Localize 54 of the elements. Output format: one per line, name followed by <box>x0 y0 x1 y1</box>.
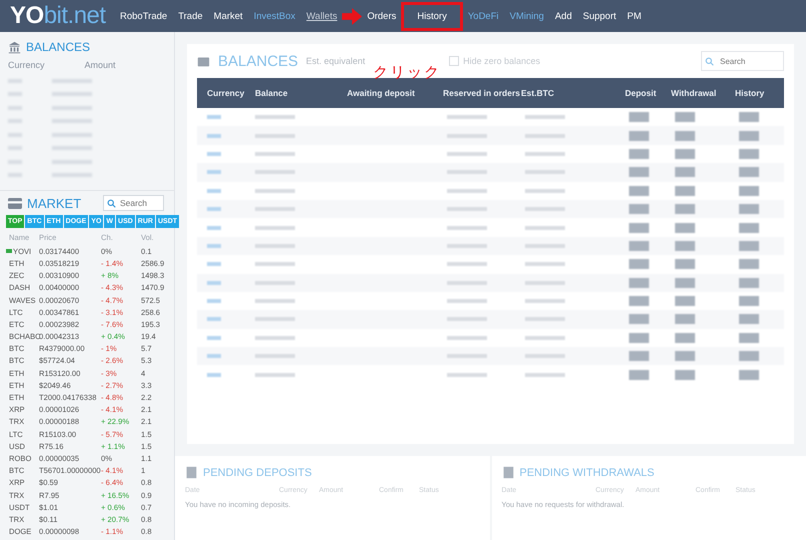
column-header: Withdrawal <box>671 88 718 98</box>
column-header: Awaiting deposit <box>347 88 416 98</box>
blurred-text <box>8 173 22 178</box>
blurred-text <box>52 146 92 150</box>
bank-icon <box>8 40 21 54</box>
blurred-text <box>52 119 92 124</box>
equivalent-label: Est. equivalent <box>306 56 366 66</box>
column-header: Balance <box>255 88 289 98</box>
blurred-text <box>52 78 92 83</box>
blurred-text <box>8 92 22 96</box>
nav-link[interactable]: Add <box>554 10 572 22</box>
document-icon <box>502 466 514 479</box>
panel-title: PENDING DEPOSITS <box>203 466 312 478</box>
nav-link[interactable]: Trade <box>178 10 203 22</box>
search-icon <box>705 56 714 66</box>
document-icon <box>185 466 198 479</box>
column-header: Currency <box>8 60 45 70</box>
checkbox[interactable] <box>449 56 460 66</box>
logo[interactable]: YObit.net <box>0 2 120 30</box>
column-header: History <box>735 88 766 98</box>
column-header: Reserved in orders <box>443 88 521 98</box>
blurred-text <box>8 78 22 83</box>
column-header: Currency <box>207 88 246 98</box>
blurred-text <box>8 160 22 164</box>
search-field[interactable]: Search <box>701 51 784 71</box>
search-icon <box>107 198 116 208</box>
tag-icon <box>6 249 12 254</box>
nav-link[interactable]: PM <box>627 10 642 22</box>
nav-link[interactable]: RoboTrade <box>120 10 168 22</box>
panel-title: MARKET <box>27 196 82 210</box>
blurred-text <box>8 132 22 137</box>
nav-link[interactable]: Market <box>214 10 243 22</box>
blurred-text <box>52 106 92 110</box>
blurred-text <box>8 106 22 110</box>
panel-title: BALANCES <box>26 40 90 54</box>
nav-link[interactable]: Support <box>582 10 616 22</box>
column-header: Deposit <box>625 88 658 98</box>
card-icon <box>8 198 22 208</box>
column-header: Amount <box>84 60 116 70</box>
annotation-text: クリック <box>373 62 442 82</box>
arrow-icon <box>342 8 362 24</box>
blurred-text <box>8 119 22 124</box>
blurred-text <box>52 173 92 178</box>
nav-link[interactable]: Orders <box>367 10 396 22</box>
panel-title: PENDING WITHDRAWALS <box>520 466 654 478</box>
blurred-text <box>52 132 92 137</box>
nav-link[interactable]: Wallets <box>306 10 338 22</box>
page-title: BALANCES <box>218 52 298 70</box>
checkbox-label: Hide zero balances <box>463 56 540 66</box>
blurred-text <box>52 160 92 164</box>
blurred-text <box>8 146 22 150</box>
search-field[interactable]: Search <box>103 195 164 211</box>
blurred-text <box>52 92 92 96</box>
column-header: Est.BTC <box>521 88 556 98</box>
